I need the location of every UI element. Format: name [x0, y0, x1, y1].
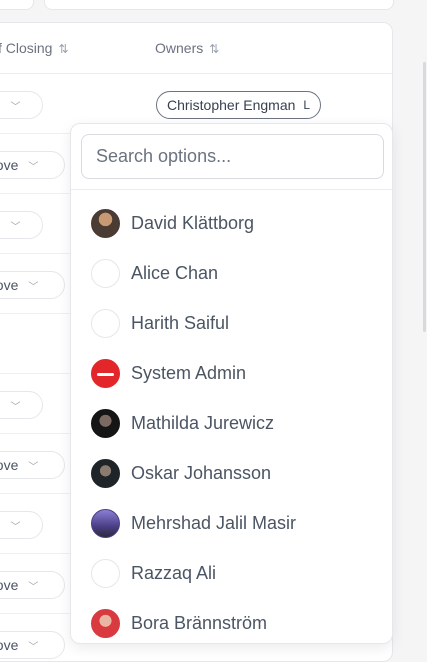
avatar: [91, 408, 120, 438]
divider: [71, 189, 392, 190]
chevron-down-icon: ﹀: [10, 521, 21, 533]
option-razzaq-ali[interactable]: Razzaq Ali: [91, 557, 216, 589]
column-header-closing[interactable]: f Closing ⇅: [0, 40, 69, 56]
stage-select[interactable]: bove﹀: [0, 451, 65, 479]
toolbar-search-field[interactable]: [44, 0, 394, 10]
avatar: [91, 508, 120, 538]
chevron-down-icon: ﹀: [28, 461, 39, 473]
avatar: [91, 558, 120, 588]
avatar: [91, 258, 120, 288]
chevron-down-icon: ﹀: [28, 641, 39, 653]
corner-icon: L: [303, 98, 311, 112]
chevron-down-icon: ﹀: [28, 581, 39, 593]
closing-probability-select[interactable]: %﹀: [0, 91, 43, 119]
owner-chip[interactable]: Christopher Engman L: [156, 91, 322, 119]
chevron-down-icon: ﹀: [28, 161, 39, 173]
option-mehrshad-jalil-masir[interactable]: Mehrshad Jalil Masir: [91, 507, 296, 539]
column-header-owners[interactable]: Owners ⇅: [155, 40, 219, 56]
avatar: [91, 608, 120, 638]
search-options-input[interactable]: Search options...: [81, 134, 384, 179]
option-david-klattborg[interactable]: David Klättborg: [91, 207, 254, 239]
chevron-down-icon: ﹀: [28, 281, 39, 293]
avatar: [91, 358, 120, 388]
scrollbar-thumb[interactable]: [423, 62, 426, 332]
option-bora-brannstrom[interactable]: Bora Brännström: [91, 607, 267, 639]
stage-select[interactable]: bove﹀: [0, 631, 65, 659]
option-harith-saiful[interactable]: Harith Saiful: [91, 307, 229, 339]
closing-probability-select[interactable]: %﹀: [0, 211, 43, 239]
sort-icon[interactable]: ⇅: [209, 42, 219, 56]
sort-icon[interactable]: ⇅: [58, 42, 68, 56]
stage-select[interactable]: bove﹀: [0, 271, 65, 299]
stage-select[interactable]: bove﹀: [0, 151, 65, 179]
owner-options-dropdown: Search options... David Klättborg Alice …: [70, 123, 393, 644]
stage-select[interactable]: bove﹀: [0, 571, 65, 599]
toolbar-control[interactable]: [0, 0, 34, 10]
closing-probability-select[interactable]: %﹀: [0, 511, 43, 539]
option-mathilda-jurewicz[interactable]: Mathilda Jurewicz: [91, 407, 274, 439]
avatar: [91, 308, 120, 338]
chevron-down-icon: ﹀: [10, 101, 21, 113]
option-system-admin[interactable]: System Admin: [91, 357, 246, 389]
option-oskar-johansson[interactable]: Oskar Johansson: [91, 457, 271, 489]
closing-probability-select[interactable]: %﹀: [0, 391, 43, 419]
option-alice-chan[interactable]: Alice Chan: [91, 257, 218, 289]
chevron-down-icon: ﹀: [10, 401, 21, 413]
chevron-down-icon: ﹀: [10, 221, 21, 233]
table-header: f Closing ⇅ Owners ⇅: [0, 23, 392, 74]
top-toolbar: [0, 0, 427, 14]
table-scrollbar[interactable]: [422, 22, 427, 332]
avatar: [91, 458, 120, 488]
avatar: [91, 208, 120, 238]
